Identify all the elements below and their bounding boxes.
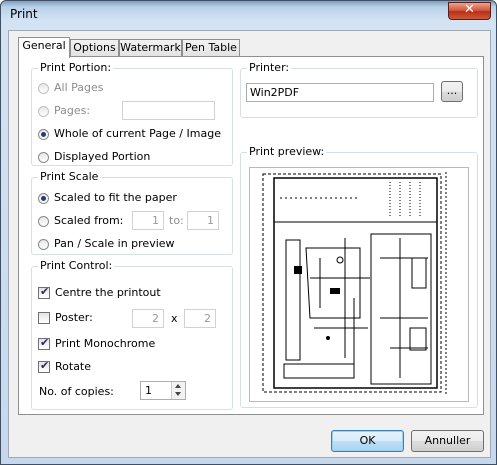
tab-label: General (22, 39, 66, 52)
displayed-portion-label: Displayed Portion (54, 150, 151, 163)
copies-value: 1 (145, 384, 152, 397)
tab-label: Options (73, 41, 116, 54)
pages-radio[interactable] (38, 106, 49, 117)
drawing-preview-image (262, 172, 447, 396)
centre-label: Centre the printout (55, 286, 161, 299)
close-button[interactable]: ✕ (448, 2, 491, 20)
print-portion-group: Print Portion: All Pages Pages: Whole of… (31, 61, 233, 166)
scale-to-input[interactable]: 1 (187, 211, 219, 230)
scale-from-input[interactable]: 1 (132, 211, 164, 230)
whole-page-radio[interactable] (38, 129, 49, 140)
title-bar[interactable]: Print ✕ (1, 1, 496, 29)
displayed-portion-radio[interactable] (38, 152, 49, 163)
all-pages-radio[interactable] (38, 83, 49, 94)
monochrome-label: Print Monochrome (55, 337, 156, 350)
poster-label: Poster: (55, 311, 93, 324)
copies-input[interactable]: 1 (140, 381, 186, 400)
print-control-legend: Print Control: (38, 259, 115, 272)
scaled-from-label: Scaled from: (54, 214, 124, 227)
scaled-from-radio[interactable] (38, 216, 49, 227)
poster-checkbox[interactable] (38, 312, 50, 324)
copies-label: No. of copies: (39, 385, 114, 398)
dialog-client: General Options Watermark Pen Table Prin… (8, 30, 491, 458)
print-portion-legend: Print Portion: (38, 61, 114, 74)
printer-legend: Printer: (247, 61, 292, 74)
close-icon: ✕ (464, 2, 475, 17)
print-scale-legend: Print Scale (38, 170, 101, 183)
print-preview-legend: Print preview: (247, 145, 327, 158)
tab-general[interactable]: General (18, 37, 70, 58)
scaled-to-fit-label: Scaled to fit the paper (54, 191, 177, 204)
tab-label: Pen Table (185, 41, 237, 54)
pan-scale-label: Pan / Scale in preview (54, 237, 175, 250)
centre-checkbox[interactable] (38, 285, 50, 299)
poster-x-input[interactable]: 2 (132, 309, 164, 328)
print-dialog: Print ✕ General Options Watermark Pen Ta… (0, 0, 497, 465)
whole-page-label: Whole of current Page / Image (54, 127, 221, 140)
print-scale-group: Print Scale Scaled to fit the paper Scal… (31, 170, 233, 255)
window-title: Print (10, 7, 38, 21)
tab-options[interactable]: Options (70, 39, 119, 56)
print-preview-group: Print preview: (240, 145, 478, 408)
general-panel: Print Portion: All Pages Pages: Whole of… (18, 56, 484, 415)
spin-up-icon[interactable] (175, 384, 181, 388)
rotate-checkbox[interactable] (38, 359, 50, 373)
tab-pen-table[interactable]: Pen Table (182, 39, 240, 56)
printer-group: Printer: Win2PDF ... (240, 61, 478, 118)
cancel-button[interactable]: Annuller (411, 430, 484, 452)
preview-area[interactable] (249, 167, 469, 402)
monochrome-checkbox[interactable] (38, 336, 50, 350)
poster-y-input[interactable]: 2 (184, 309, 216, 328)
pan-scale-radio[interactable] (38, 239, 49, 250)
poster-times-label: x (171, 312, 178, 325)
all-pages-label: All Pages (54, 81, 104, 94)
print-control-group: Print Control: Centre the printout Poste… (31, 259, 233, 410)
pages-input[interactable] (122, 101, 215, 120)
ok-button[interactable]: OK (331, 430, 404, 452)
printer-browse-button[interactable]: ... (441, 81, 463, 102)
pages-label: Pages: (54, 104, 91, 117)
spin-down-icon[interactable] (175, 392, 181, 396)
printer-name-field[interactable]: Win2PDF (246, 83, 434, 102)
scaled-to-fit-radio[interactable] (38, 193, 49, 204)
tab-watermark[interactable]: Watermark (119, 39, 182, 56)
copies-spinner[interactable] (171, 382, 185, 399)
scale-to-label: to: (169, 214, 184, 227)
tab-label: Watermark (120, 41, 181, 54)
rotate-label: Rotate (55, 360, 92, 373)
